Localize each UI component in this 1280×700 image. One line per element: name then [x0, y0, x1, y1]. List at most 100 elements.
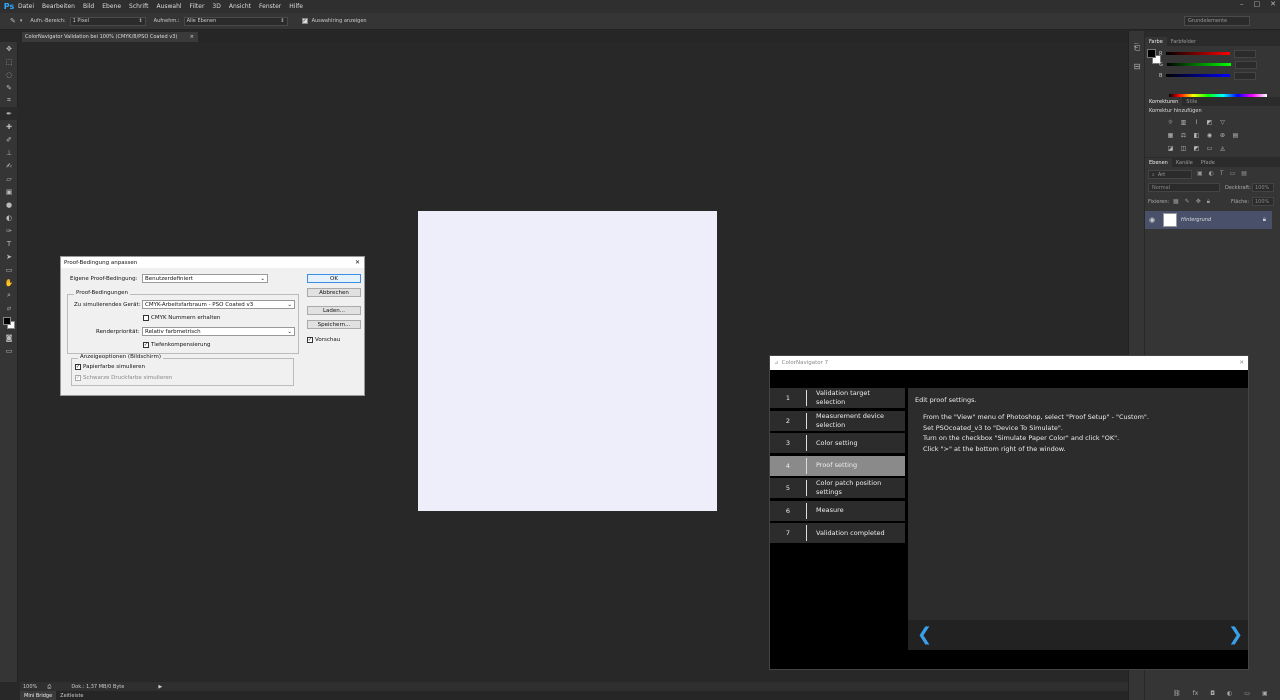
tab-swatches[interactable]: Farbfelder [1167, 37, 1200, 46]
color-balance-icon[interactable]: ⚖ [1180, 132, 1187, 139]
save-button[interactable]: Speichern... [307, 320, 361, 329]
blend-mode-select[interactable]: Normal [1148, 183, 1220, 192]
new-layer-icon[interactable]: ▣ [1262, 690, 1268, 697]
shape-tool-icon[interactable]: ▭ [0, 263, 18, 276]
menu-datei[interactable]: Datei [18, 3, 34, 10]
close-icon[interactable]: ✕ [1270, 0, 1276, 8]
layer-mask-icon[interactable]: ◘ [1210, 690, 1215, 697]
healing-tool-icon[interactable]: ✚ [0, 120, 18, 133]
invert-icon[interactable]: ◪ [1167, 145, 1174, 152]
tab-adjustments[interactable]: Korrekturen [1145, 97, 1183, 106]
step-item-4[interactable]: 4 Proof setting [770, 455, 905, 476]
cancel-button[interactable]: Abbrechen [307, 288, 361, 297]
gradient-map-icon[interactable]: ▭ [1206, 145, 1213, 152]
bpc-checkbox[interactable]: ✓ [143, 342, 149, 348]
sample-size-select[interactable]: 1 Pixel ⇕ [69, 16, 146, 26]
load-button[interactable]: Laden... [307, 306, 361, 315]
history-panel-icon[interactable]: ⎗ [1129, 39, 1145, 57]
vibrance-icon[interactable]: ▽ [1219, 119, 1226, 126]
group-icon[interactable]: ▭ [1244, 690, 1250, 697]
intent-select[interactable]: Relativ farbmetrisch ⌄ [142, 327, 295, 336]
move-tool-icon[interactable]: ✥ [0, 42, 18, 55]
status-menu-arrow-icon[interactable]: ▶ [158, 684, 162, 690]
preview-checkbox[interactable]: ✓ [307, 337, 313, 343]
screen-mode-icon[interactable]: ▭ [0, 344, 18, 357]
menu-schrift[interactable]: Schrift [129, 3, 148, 10]
tab-layers[interactable]: Ebenen [1145, 158, 1172, 167]
menu-3d[interactable]: 3D [212, 3, 220, 10]
tab-color[interactable]: Farbe [1145, 37, 1167, 46]
document-tab[interactable]: ColorNavigator Validation bei 100% (CMYK… [22, 32, 198, 42]
threshold-icon[interactable]: ◩ [1193, 145, 1200, 152]
back-arrow-icon[interactable]: ❮ [917, 624, 932, 645]
history-brush-icon[interactable]: ✍ [0, 159, 18, 172]
red-slider[interactable]: R [1145, 48, 1257, 59]
eye-icon[interactable]: ◉ [1149, 216, 1159, 224]
tab-styles[interactable]: Stile [1182, 97, 1201, 106]
filter-smart-icon[interactable]: ▤ [1241, 170, 1247, 177]
step-item-5[interactable]: 5 Color patch position settings [770, 478, 905, 498]
path-select-tool-icon[interactable]: ➤ [0, 250, 18, 263]
red-value[interactable] [1234, 49, 1257, 58]
filter-pixel-icon[interactable]: ▣ [1197, 170, 1203, 177]
blue-slider[interactable]: B [1145, 70, 1257, 81]
type-tool-icon[interactable]: T [0, 237, 18, 250]
ok-button[interactable]: OK [307, 274, 361, 283]
layer-row[interactable]: ◉ Hintergrund 🔒︎ [1145, 211, 1272, 229]
photo-filter-icon[interactable]: ◉ [1206, 132, 1213, 139]
sample-select[interactable]: Alle Ebenen ⇕ [183, 16, 288, 26]
minimize-icon[interactable]: – [1240, 0, 1244, 8]
custom-proof-select[interactable]: Benutzerdefiniert ⌄ [142, 274, 268, 283]
quick-mask-icon[interactable]: ◙ [0, 331, 18, 344]
workspace-select[interactable]: Grundelemente [1184, 16, 1250, 26]
step-item-6[interactable]: 6 Measure [770, 500, 905, 521]
tab-channels[interactable]: Kanäle [1172, 158, 1197, 167]
opacity-value[interactable]: 100% [1252, 183, 1274, 192]
brightness-icon[interactable]: ☼ [1167, 119, 1174, 126]
color-swatches-icon[interactable] [0, 315, 18, 331]
lock-brush-icon[interactable]: ✎ [1185, 198, 1190, 206]
close-icon[interactable]: ✕ [1239, 360, 1244, 366]
preserve-numbers-checkbox[interactable] [143, 315, 149, 321]
link-layers-icon[interactable]: ⛓ [1173, 690, 1181, 697]
maximize-icon[interactable]: □ [1254, 0, 1261, 8]
posterize-icon[interactable]: ◫ [1180, 145, 1187, 152]
pen-tool-icon[interactable]: ✑ [0, 224, 18, 237]
menu-ansicht[interactable]: Ansicht [229, 3, 251, 10]
lock-move-icon[interactable]: ✥ [1196, 198, 1201, 206]
paper-color-checkbox[interactable]: ✓ [75, 364, 81, 370]
menu-bearbeiten[interactable]: Bearbeiten [42, 3, 75, 10]
chevron-down-icon[interactable]: ▾ [20, 18, 23, 24]
eraser-tool-icon[interactable]: ▱ [0, 172, 18, 185]
fill-value[interactable]: 100% [1252, 197, 1274, 206]
green-slider[interactable]: G [1145, 59, 1257, 70]
swap-colors-icon[interactable]: ⇄ [0, 302, 18, 315]
color-lookup-icon[interactable]: ▤ [1232, 132, 1239, 139]
green-value[interactable] [1234, 60, 1257, 69]
menu-fenster[interactable]: Fenster [259, 3, 281, 10]
layer-style-icon[interactable]: fx [1193, 690, 1199, 697]
next-arrow-icon[interactable]: ❯ [1228, 624, 1243, 645]
lock-transparent-icon[interactable]: ▦ [1173, 198, 1179, 206]
eyedropper-icon[interactable]: ✎ [10, 17, 16, 25]
curves-icon[interactable]: ⌇ [1193, 119, 1200, 126]
bw-icon[interactable]: ◧ [1193, 132, 1200, 139]
gradient-tool-icon[interactable]: ▣ [0, 185, 18, 198]
zoom-level[interactable]: 100% [23, 684, 37, 690]
step-item-7[interactable]: 7 Validation completed [770, 523, 905, 543]
eyedropper-tool-icon[interactable]: ✒ [0, 107, 18, 120]
selective-color-icon[interactable]: ◬ [1219, 145, 1226, 152]
device-select[interactable]: CMYK-Arbeitsfarbraum - PSO Coated v3 ⌄ [142, 300, 295, 309]
filter-adjust-icon[interactable]: ◐ [1209, 170, 1214, 177]
lock-all-icon[interactable]: 🔒︎ [1207, 198, 1210, 206]
dodge-tool-icon[interactable]: ◐ [0, 211, 18, 224]
step-item-1[interactable]: 1 Validation target selection [770, 388, 905, 408]
tab-paths[interactable]: Pfade [1197, 158, 1219, 167]
step-item-2[interactable]: 2 Measurement device selection [770, 410, 905, 431]
zoom-tool-icon[interactable]: ⌕ [0, 289, 18, 302]
stamp-tool-icon[interactable]: ⊥ [0, 146, 18, 159]
menu-auswahl[interactable]: Auswahl [156, 3, 181, 10]
crop-tool-icon[interactable]: ⌗ [0, 94, 18, 107]
filter-shape-icon[interactable]: ▭ [1230, 170, 1236, 177]
close-icon[interactable]: ✕ [355, 259, 360, 266]
